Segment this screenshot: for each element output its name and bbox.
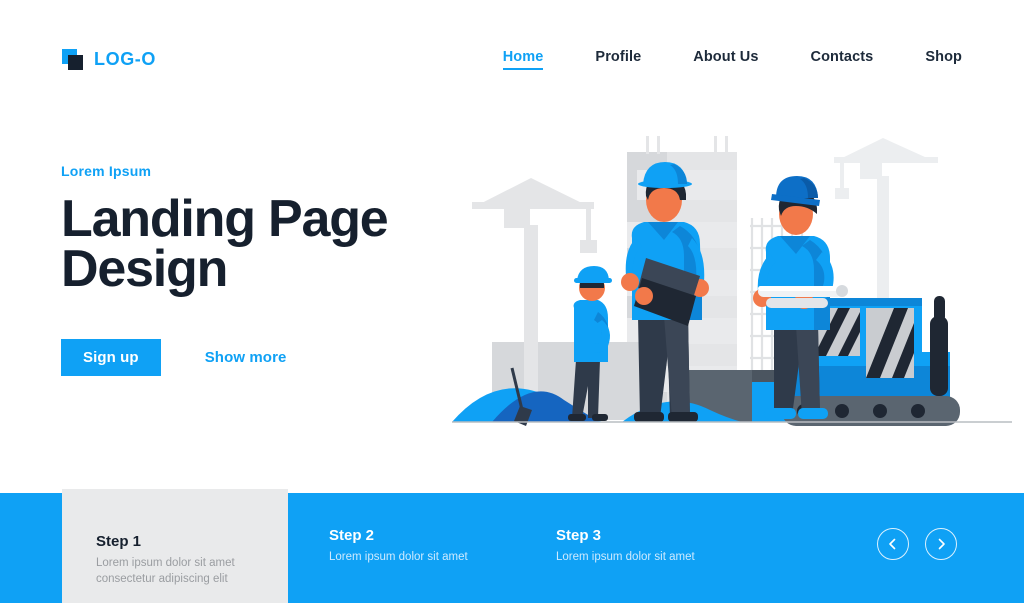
main-navigation: Home Profile About Us Contacts Shop (502, 49, 962, 70)
step-2-title: Step 2 (329, 527, 375, 544)
step-card-3[interactable]: Step 3 Lorem ipsum dolor sit amet (556, 527, 695, 566)
chevron-left-icon (889, 538, 896, 550)
step-card-2[interactable]: Step 2 Lorem ipsum dolor sit amet (329, 527, 468, 566)
nav-item-shop[interactable]: Shop (925, 49, 962, 70)
show-more-link[interactable]: Show more (205, 349, 287, 366)
hero-cta-row: Sign up Show more (61, 338, 481, 376)
step-1-title: Step 1 (96, 533, 142, 550)
chevron-right-icon (938, 538, 945, 550)
brand-logo[interactable]: LOG-O (62, 48, 156, 70)
brand-name: LOG-O (94, 48, 156, 69)
nav-item-contacts[interactable]: Contacts (811, 49, 874, 70)
logo-square-icon (62, 48, 83, 70)
step-1-description: Lorem ipsum dolor sit amet consectetur a… (96, 557, 235, 585)
tower-crane-right (834, 138, 938, 326)
site-header: LOG-O Home Profile About Us Contacts Sho… (0, 0, 1024, 118)
page-title: Landing Page Design (61, 190, 389, 298)
sign-up-button[interactable]: Sign up (61, 338, 161, 376)
landing-page: LOG-O Home Profile About Us Contacts Sho… (0, 0, 1024, 603)
construction-site-illustration (452, 130, 1012, 442)
nav-item-profile[interactable]: Profile (595, 49, 641, 70)
step-3-title: Step 3 (556, 527, 602, 544)
hero-section: Lorem Ipsum Landing Page Design Sign up … (61, 163, 481, 376)
step-3-description: Lorem ipsum dolor sit amet (556, 551, 695, 563)
nav-item-about-us[interactable]: About Us (693, 49, 758, 70)
hero-eyebrow: Lorem Ipsum (61, 163, 152, 179)
step-card-1[interactable]: Step 1 Lorem ipsum dolor sit amet consec… (62, 489, 288, 603)
step-2-description: Lorem ipsum dolor sit amet (329, 551, 468, 563)
carousel-prev-button[interactable] (877, 528, 909, 560)
nav-item-home[interactable]: Home (502, 49, 544, 70)
carousel-next-button[interactable] (925, 528, 957, 560)
carousel-navigation (877, 528, 957, 560)
